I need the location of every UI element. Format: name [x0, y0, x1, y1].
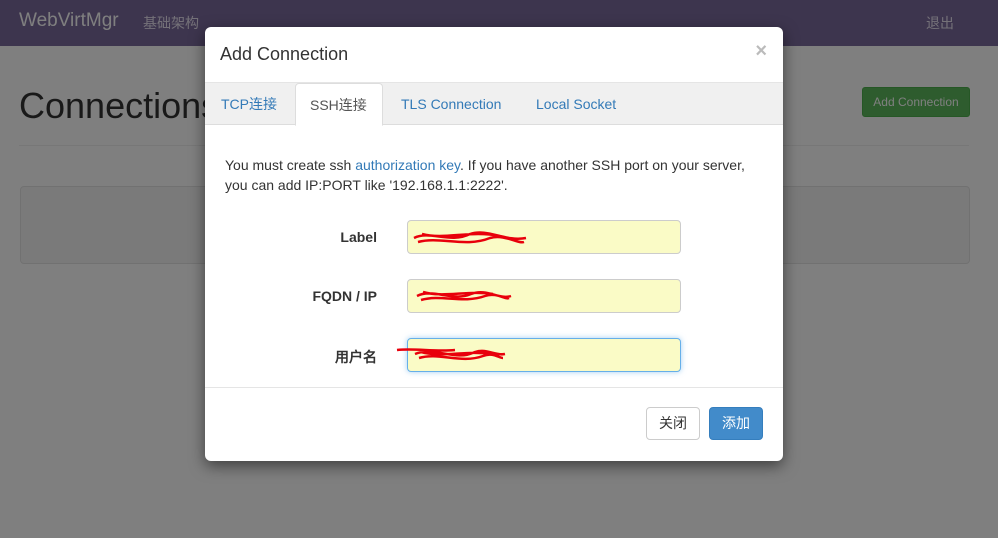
- tab-tls[interactable]: TLS Connection: [387, 83, 515, 125]
- ssh-help-text: You must create ssh authorization key. I…: [225, 155, 765, 195]
- fqdn-field-label: FQDN / IP: [312, 288, 377, 304]
- help-prefix: You must create ssh: [225, 157, 356, 173]
- authorization-key-link[interactable]: authorization key: [355, 157, 460, 173]
- modal-title: Add Connection: [220, 44, 349, 64]
- close-button[interactable]: 关闭: [646, 407, 700, 440]
- modal-footer-divider: [205, 387, 783, 388]
- add-connection-modal: Add Connection × TCP连接 SSH连接 TLS Connect…: [205, 27, 783, 461]
- tab-local-socket[interactable]: Local Socket: [522, 83, 630, 125]
- modal-header: Add Connection ×: [205, 27, 783, 82]
- label-field-label: Label: [340, 229, 377, 245]
- tab-ssh[interactable]: SSH连接: [295, 83, 383, 126]
- add-button[interactable]: 添加: [709, 407, 763, 440]
- close-icon[interactable]: ×: [755, 40, 767, 63]
- connection-type-tabs: TCP连接 SSH连接 TLS Connection Local Socket: [205, 82, 783, 126]
- fqdn-input[interactable]: [407, 279, 681, 313]
- tab-tcp[interactable]: TCP连接: [207, 83, 291, 125]
- username-input[interactable]: [407, 338, 681, 372]
- label-input[interactable]: [407, 220, 681, 254]
- username-field-label: 用户名: [335, 349, 377, 365]
